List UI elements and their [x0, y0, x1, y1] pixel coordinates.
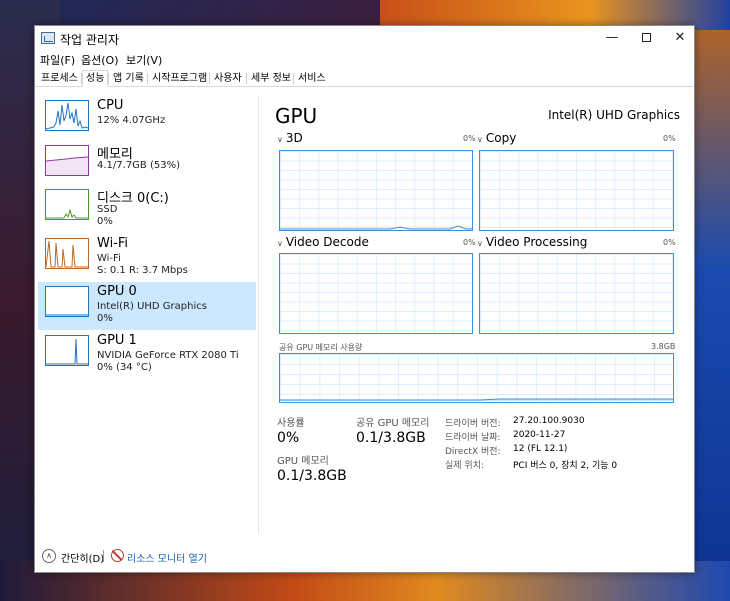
wifi-thumbnail	[45, 238, 89, 269]
graph-engine-selector-video-processing[interactable]: ∨ Video Processing	[477, 235, 587, 249]
shared-memory-graph-label: 공유 GPU 메모리 사용량	[279, 343, 363, 352]
gpu-memory-label: GPU 메모리	[277, 456, 329, 467]
maximize-icon	[641, 33, 651, 42]
chevron-down-icon: ∨	[277, 135, 283, 144]
shared-memory-label: 공유 GPU 메모리	[356, 418, 430, 429]
tab-performance[interactable]: 성능	[82, 70, 109, 87]
sidebar-item-title: CPU	[97, 98, 124, 113]
graph-video-processing	[479, 253, 674, 334]
sidebar-item-usage: 0% (34 °C)	[97, 362, 152, 373]
minimize-button[interactable]: —	[595, 26, 629, 50]
utilization-value: 0%	[277, 430, 300, 446]
sidebar-item-detail: Intel(R) UHD Graphics	[97, 301, 207, 312]
task-manager-window: 작업 관리자 — ✕ 파일(F) 옵션(O) 보기(V) 프로세스 성능 앱 기…	[34, 25, 695, 573]
directx-version-value: 12 (FL 12.1)	[513, 444, 568, 454]
sidebar-item-gpu1[interactable]: GPU 1 NVIDIA GeForce RTX 2080 Ti 0% (34 …	[38, 331, 256, 379]
physical-location-label: 실제 위치:	[445, 461, 485, 471]
sidebar-item-usage: 0%	[97, 216, 113, 227]
graph-label: Video Decode	[285, 235, 369, 249]
page-title: GPU	[275, 104, 318, 128]
chevron-down-icon: ∨	[477, 239, 483, 248]
memory-thumbnail	[45, 145, 89, 176]
graph-percent: 0%	[463, 134, 476, 143]
tab-details[interactable]: 세부 정보	[247, 70, 295, 87]
sidebar-item-usage: 0%	[97, 313, 113, 324]
sidebar-item-memory[interactable]: 메모리 4.1/7.7GB (53%)	[38, 141, 256, 189]
directx-version-label: DirectX 버전:	[445, 447, 501, 457]
sidebar-item-wifi[interactable]: Wi-Fi Wi-Fi S: 0.1 R: 3.7 Mbps	[38, 234, 256, 282]
chevron-down-icon: ∨	[477, 135, 483, 144]
sidebar-item-disk[interactable]: 디스크 0(C:) SSD 0%	[38, 185, 256, 233]
chevron-down-icon: ∨	[277, 239, 283, 248]
gpu-model-name: Intel(R) UHD Graphics	[548, 108, 680, 122]
sidebar-item-detail: NVIDIA GeForce RTX 2080 Ti	[97, 350, 239, 361]
menu-view[interactable]: 보기(V)	[126, 52, 162, 68]
gpu1-thumbnail	[45, 335, 89, 366]
tab-startup[interactable]: 시작프로그램	[148, 70, 211, 87]
graph-label: Video Processing	[485, 235, 588, 249]
graph-3d	[279, 150, 473, 231]
cpu-thumbnail	[45, 100, 89, 131]
tab-processes[interactable]: 프로세스	[37, 70, 82, 87]
window-title: 작업 관리자	[60, 33, 120, 47]
sidebar-item-title: GPU 1	[97, 333, 137, 348]
bottom-bar: ∧ 간단히(D) 리소스 모니터 열기	[35, 544, 694, 572]
driver-version-label: 드라이버 버전:	[445, 419, 501, 429]
graph-engine-selector-copy[interactable]: ∨ Copy	[477, 131, 516, 145]
tab-services[interactable]: 서비스	[294, 70, 330, 87]
tab-app-history[interactable]: 앱 기록	[109, 70, 148, 87]
fewer-details-link[interactable]: 간단히(D)	[61, 550, 104, 565]
resource-monitor-icon	[111, 549, 124, 562]
driver-date-value: 2020-11-27	[513, 430, 566, 440]
graph-engine-selector-3d[interactable]: ∨ 3D	[277, 131, 303, 145]
tab-bar: 프로세스 성능 앱 기록 시작프로그램 사용자 세부 정보 서비스	[35, 69, 694, 87]
close-button[interactable]: ✕	[663, 26, 697, 50]
menu-bar: 파일(F) 옵션(O) 보기(V)	[35, 50, 694, 68]
graph-label: Copy	[485, 131, 517, 145]
task-manager-icon	[41, 32, 55, 44]
sidebar-item-gpu0[interactable]: GPU 0 Intel(R) UHD Graphics 0%	[38, 282, 256, 330]
tab-users[interactable]: 사용자	[210, 70, 246, 87]
sidebar-item-detail: 12% 4.07GHz	[97, 115, 166, 126]
chevron-up-icon[interactable]: ∧	[42, 549, 56, 563]
sidebar-item-throughput: S: 0.1 R: 3.7 Mbps	[97, 265, 188, 276]
driver-date-label: 드라이버 날짜:	[445, 433, 501, 443]
graph-engine-selector-video-decode[interactable]: ∨ Video Decode	[277, 235, 369, 249]
sidebar-item-title: Wi-Fi	[97, 236, 129, 251]
sidebar-item-detail: 4.1/7.7GB (53%)	[97, 160, 180, 171]
physical-location-value: PCI 버스 0, 장치 2, 기능 0	[513, 461, 618, 471]
performance-sidebar: CPU 12% 4.07GHz 메모리 4.1/7.7GB (53%) 디스크 …	[35, 96, 259, 534]
menu-options[interactable]: 옵션(O)	[81, 52, 118, 68]
open-resource-monitor-link[interactable]: 리소스 모니터 열기	[127, 550, 207, 565]
graph-video-decode	[279, 253, 473, 334]
graph-percent: 0%	[663, 238, 676, 247]
maximize-button[interactable]	[629, 26, 663, 50]
shared-memory-graph-max: 3.8GB	[651, 342, 676, 351]
sidebar-item-cpu[interactable]: CPU 12% 4.07GHz	[38, 96, 256, 144]
menu-file[interactable]: 파일(F)	[40, 52, 75, 68]
gpu-memory-value: 0.1/3.8GB	[277, 468, 347, 484]
utilization-label: 사용률	[277, 418, 305, 429]
driver-version-value: 27.20.100.9030	[513, 416, 585, 426]
gpu0-thumbnail	[45, 286, 89, 317]
sidebar-item-detail: SSD	[97, 204, 118, 215]
graph-percent: 0%	[463, 238, 476, 247]
sidebar-item-detail: Wi-Fi	[97, 253, 121, 264]
sidebar-item-title: GPU 0	[97, 284, 137, 299]
disk-thumbnail	[45, 189, 89, 220]
graph-shared-memory	[279, 353, 674, 403]
title-bar: 작업 관리자 — ✕	[35, 26, 694, 50]
graph-label: 3D	[285, 131, 303, 145]
shared-memory-value: 0.1/3.8GB	[356, 430, 426, 446]
graph-percent: 0%	[663, 134, 676, 143]
graph-copy	[479, 150, 674, 231]
